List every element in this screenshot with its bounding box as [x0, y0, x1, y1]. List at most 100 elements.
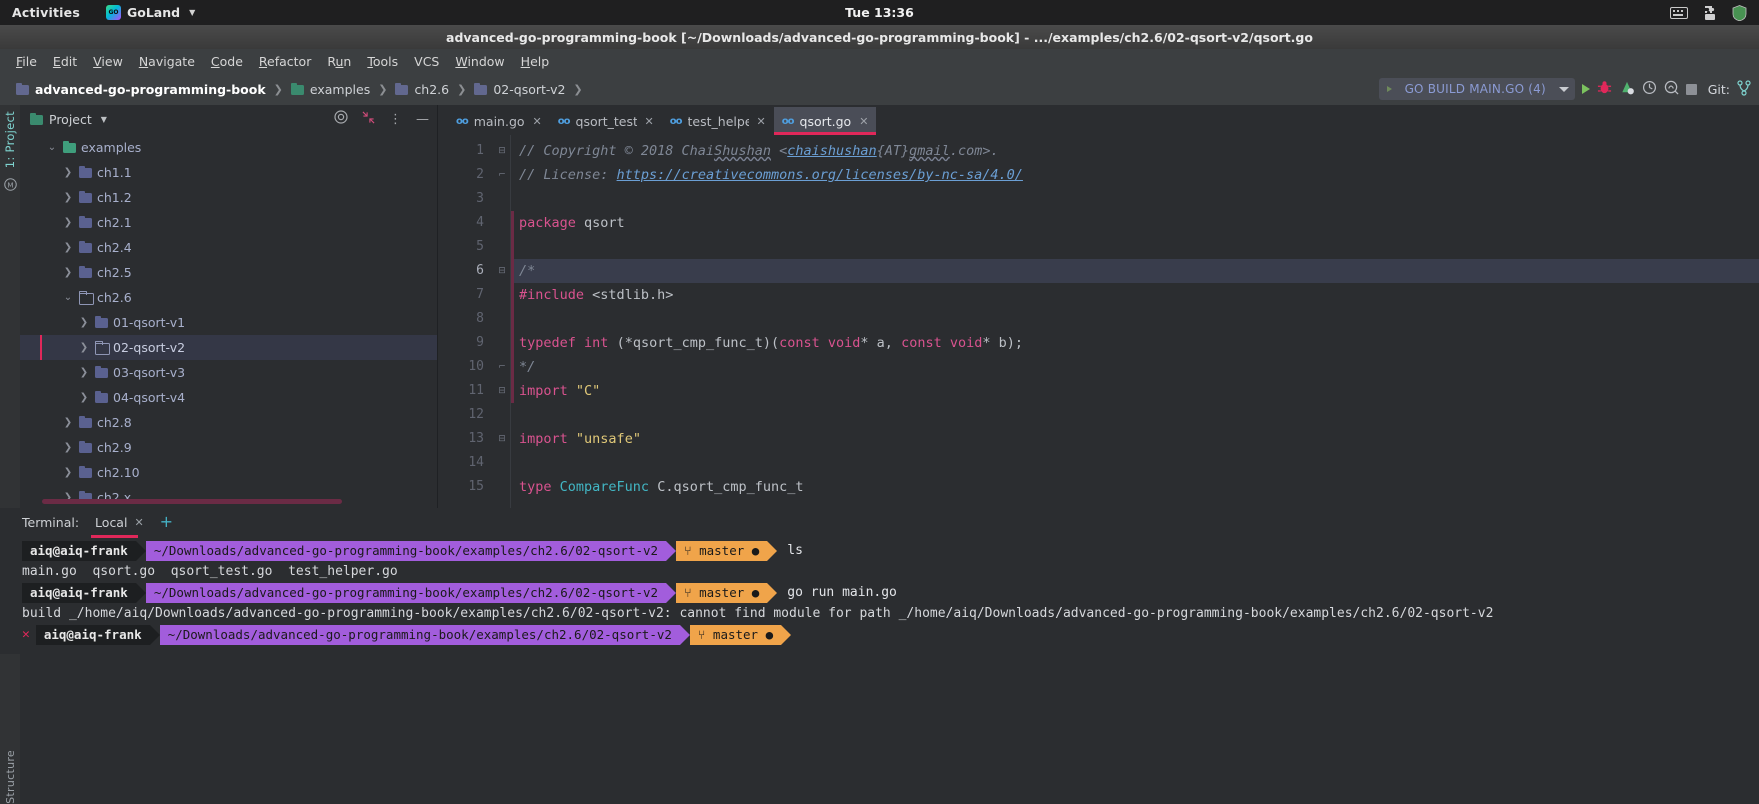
code-line[interactable]: typedef int (*qsort_cmp_func_t)(const vo… [511, 331, 1759, 355]
menu-code[interactable]: Code [203, 52, 251, 71]
debug-icon[interactable] [1597, 80, 1612, 98]
new-terminal-button[interactable]: + [160, 514, 173, 530]
breadcrumb-project[interactable]: advanced-go-programming-book [14, 82, 268, 97]
tree-item-ch2-5[interactable]: ❯ ch2.5 [20, 260, 437, 285]
keyboard-icon[interactable] [1670, 6, 1688, 19]
chevron-right-icon[interactable]: ❯ [62, 192, 74, 203]
menu-vcs[interactable]: VCS [406, 52, 447, 71]
fold-end-icon[interactable]: ⌐ [494, 163, 510, 187]
chevron-down-icon[interactable]: ⌄ [62, 292, 74, 303]
code-line[interactable] [511, 307, 1759, 331]
app-menu-goland[interactable]: GoLand ▼ [105, 5, 195, 20]
breadcrumb-qsort-v2[interactable]: 02-qsort-v2 [472, 82, 567, 97]
menu-tools[interactable]: Tools [359, 52, 406, 71]
chevron-right-icon[interactable]: ❯ [62, 167, 74, 178]
tree-item-ch2-1[interactable]: ❯ ch2.1 [20, 210, 437, 235]
breadcrumb-examples[interactable]: examples [289, 82, 372, 97]
code-line[interactable]: /* [511, 259, 1759, 283]
activities-button[interactable]: Activities [12, 5, 80, 20]
close-icon[interactable]: ✕ [645, 115, 654, 128]
chevron-right-icon[interactable]: ❯ [62, 217, 74, 228]
fold-end-icon[interactable]: ⌐ [494, 355, 510, 379]
tree-item-01-qsort-v1[interactable]: ❯ 01-qsort-v1 [20, 310, 437, 335]
editor-tab-test-helper-g[interactable]: oo test_helper.g ✕ [662, 107, 774, 135]
code-line[interactable]: import "unsafe" [511, 427, 1759, 451]
menu-view[interactable]: View [85, 52, 131, 71]
close-icon[interactable]: ✕ [757, 115, 766, 128]
tree-item-ch2-6[interactable]: ⌄ ch2.6 [20, 285, 437, 310]
code-line[interactable]: package qsort [511, 211, 1759, 235]
tree-item-ch2-8[interactable]: ❯ ch2.8 [20, 410, 437, 435]
chevron-down-icon[interactable] [1558, 86, 1569, 92]
terminal-tab-local[interactable]: Local ✕ [91, 511, 146, 538]
tree-item-ch2-x[interactable]: ❯ ch2.x [20, 485, 437, 508]
code-line[interactable]: import "C" [511, 379, 1759, 403]
run-coverage-icon[interactable] [1619, 80, 1635, 98]
chevron-right-icon[interactable]: ❯ [62, 467, 74, 478]
code-line[interactable] [511, 451, 1759, 475]
run-icon[interactable] [1581, 84, 1590, 94]
close-icon[interactable]: ✕ [134, 516, 143, 529]
tree-item-ch1-2[interactable]: ❯ ch1.2 [20, 185, 437, 210]
tree-item-ch2-10[interactable]: ❯ ch2.10 [20, 460, 437, 485]
menu-help[interactable]: Help [513, 52, 558, 71]
editor-tab-main-go[interactable]: oo main.go ✕ [448, 107, 550, 135]
tool-tab-structure[interactable]: Structure [4, 746, 17, 804]
puzzle-icon[interactable] [1702, 5, 1718, 21]
chevron-right-icon[interactable]: ❯ [62, 267, 74, 278]
git-branch-icon[interactable] [1737, 79, 1751, 99]
stop-icon[interactable] [1685, 83, 1697, 95]
chevron-right-icon[interactable]: ❯ [78, 317, 90, 328]
code-line[interactable]: type CompareFunc C.qsort_cmp_func_t [511, 475, 1759, 499]
code-line[interactable] [511, 187, 1759, 211]
tree-item-ch1-1[interactable]: ❯ ch1.1 [20, 160, 437, 185]
menu-refactor[interactable]: Refactor [251, 52, 319, 71]
code-line[interactable]: // License: https://creativecommons.org/… [511, 163, 1759, 187]
chevron-down-icon[interactable]: ⌄ [46, 142, 58, 153]
menu-window[interactable]: Window [447, 52, 512, 71]
menu-file[interactable]: File [8, 52, 45, 71]
tree-item-ch2-9[interactable]: ❯ ch2.9 [20, 435, 437, 460]
fold-collapse-icon[interactable]: ⊟ [494, 259, 510, 283]
tool-tab-project[interactable]: 1: Project [3, 111, 17, 168]
close-icon[interactable]: ✕ [533, 115, 542, 128]
chevron-right-icon[interactable]: ❯ [62, 442, 74, 453]
code-line[interactable] [511, 235, 1759, 259]
fold-start-icon[interactable]: ⊟ [494, 379, 510, 403]
chevron-right-icon[interactable]: ❯ [78, 392, 90, 403]
code-line[interactable]: // Copyright © 2018 ChaiShushan <chaishu… [511, 139, 1759, 163]
menu-navigate[interactable]: Navigate [131, 52, 203, 71]
menu-edit[interactable]: Edit [45, 52, 85, 71]
fold-gutter[interactable]: ⊟ ⌐ ⊟ ⌐ ⊟ ⊟ [494, 135, 510, 508]
code-content[interactable]: // Copyright © 2018 ChaiShushan <chaishu… [510, 135, 1759, 508]
code-line[interactable]: #include <stdlib.h> [511, 283, 1759, 307]
run-configuration-selector[interactable]: GO BUILD MAIN.GO (4) [1378, 78, 1575, 100]
fold-start-icon[interactable]: ⊟ [494, 139, 510, 163]
close-icon[interactable]: ✕ [859, 115, 868, 128]
menu-run[interactable]: Run [319, 52, 359, 71]
chevron-down-icon[interactable]: ▼ [101, 115, 107, 124]
chevron-right-icon[interactable]: ❯ [78, 342, 90, 353]
target-icon[interactable] [334, 110, 348, 128]
maven-icon[interactable]: M [3, 178, 17, 194]
profile-icon[interactable] [1642, 80, 1657, 98]
tree-item-04-qsort-v4[interactable]: ❯ 04-qsort-v4 [20, 385, 437, 410]
system-clock[interactable]: Tue 13:36 [0, 5, 1759, 20]
options-icon[interactable]: ⋮ [389, 112, 402, 127]
tree-item-examples[interactable]: ⌄ examples [20, 135, 437, 160]
tree-item-03-qsort-v3[interactable]: ❯ 03-qsort-v3 [20, 360, 437, 385]
tree-item-ch2-4[interactable]: ❯ ch2.4 [20, 235, 437, 260]
chevron-right-icon[interactable]: ❯ [78, 367, 90, 378]
fold-start-icon[interactable]: ⊟ [494, 427, 510, 451]
tree-item-02-qsort-v2[interactable]: ❯ 02-qsort-v2 [20, 335, 437, 360]
chevron-right-icon[interactable]: ❯ [62, 417, 74, 428]
terminal-output[interactable]: aiq@aiq-frank ~/Downloads/advanced-go-pro… [0, 536, 1759, 804]
code-line[interactable]: */ [511, 355, 1759, 379]
code-editor[interactable]: 1 2 3 4 5 6 7 8 9 10 11 12 13 14 15 ⊟ ⌐ ⊟ ⌐ ⊟ ⊟ // Copyr… [438, 135, 1759, 508]
horizontal-scrollbar[interactable] [42, 499, 342, 504]
code-line[interactable] [511, 403, 1759, 427]
hide-icon[interactable]: — [416, 112, 429, 127]
editor-tab-qsort-test-g[interactable]: oo qsort_test.g ✕ [550, 107, 662, 135]
collapse-all-icon[interactable] [362, 111, 375, 128]
breadcrumb-ch26[interactable]: ch2.6 [393, 82, 451, 97]
